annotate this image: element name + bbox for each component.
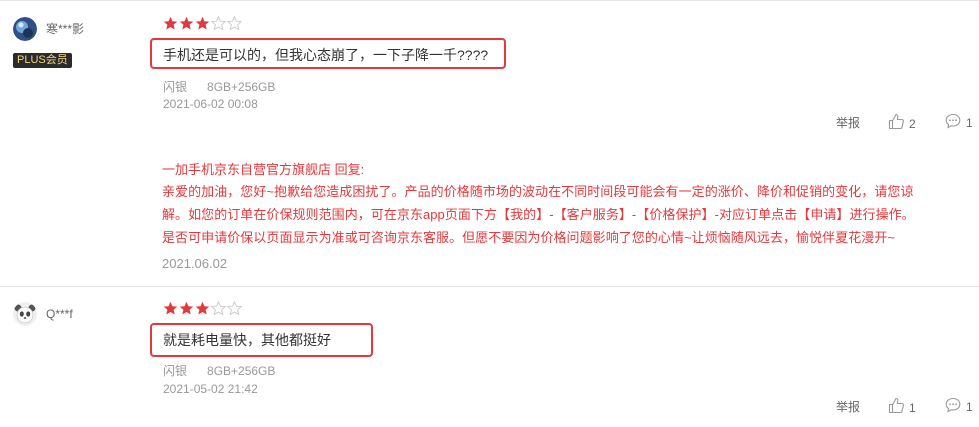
star-rating [163, 301, 242, 316]
comment-text: 手机还是可以的，但我心态崩了，一下子降一千???? [163, 47, 489, 63]
like-button[interactable]: 1 [888, 397, 916, 418]
spec-color: 闪银 [163, 364, 188, 378]
reply-header: 一加手机京东自营官方旗舰店 回复: [162, 162, 365, 177]
report-button[interactable]: 举报 [836, 115, 860, 131]
reply-line: 亲爱的加油，您好~抱歉给您造成困扰了。产品的价格随市场的波动在不同时间段可能会有… [162, 184, 914, 199]
star-filled-icon [163, 301, 178, 315]
seller-reply: 一加手机京东自营官方旗舰店 回复: 亲爱的加油，您好~抱歉给您造成困扰了。产品的… [162, 160, 974, 280]
review-date: 2021-06-02 00:08 [163, 97, 258, 111]
thumbs-up-icon [888, 113, 909, 134]
review-date: 2021-05-02 21:42 [163, 382, 258, 396]
star-filled-icon [179, 16, 194, 30]
star-empty-icon [227, 16, 242, 31]
star-empty-icon [211, 301, 226, 316]
star-filled-icon [195, 16, 210, 30]
comment-bubble-icon [945, 113, 966, 133]
reply-line: 解。如您的订单在价保规则范围内，可在京东app页面下方【我的】-【客户服务】-【… [162, 207, 915, 222]
panda-avatar-icon[interactable] [13, 302, 37, 326]
reply-date: 2021.06.02 [162, 256, 228, 271]
report-label: 举报 [836, 116, 861, 130]
spec-storage: 8GB+256GB [207, 364, 276, 378]
reply-count: 1 [966, 116, 973, 130]
star-rating [163, 16, 242, 31]
like-button[interactable]: 2 [888, 113, 916, 134]
star-filled-icon [179, 301, 194, 315]
reply-count: 1 [966, 400, 973, 414]
star-filled-icon [163, 16, 178, 30]
thumbs-up-icon [888, 397, 909, 418]
star-empty-icon [211, 16, 226, 31]
star-filled-icon [195, 301, 210, 315]
report-label: 举报 [836, 400, 861, 414]
review-item: 寒***影 PLUS会员 手机还是可以的，但我心态崩了，一下子降一千???? 闪… [0, 0, 979, 286]
spec-storage: 8GB+256GB [207, 80, 276, 94]
reply-button[interactable]: 1 [945, 113, 973, 133]
username[interactable]: 寒***影 [46, 22, 84, 36]
like-count: 1 [909, 400, 916, 415]
comment-text: 就是耗电量快，其他都挺好 [163, 332, 331, 348]
plus-member-badge: PLUS会员 [13, 53, 72, 68]
review-divider [0, 286, 979, 287]
username[interactable]: Q***f [46, 307, 73, 321]
report-button[interactable]: 举报 [836, 399, 860, 415]
star-empty-icon [227, 301, 242, 316]
comment-bubble-icon [945, 397, 966, 417]
review-item: Q***f 就是耗电量快，其他都挺好 闪银 8GB+256GB 2021-05-0… [0, 288, 979, 427]
product-spec: 闪银 8GB+256GB [163, 364, 275, 378]
user-avatar-icon[interactable] [13, 17, 37, 41]
spec-color: 闪银 [163, 80, 188, 94]
like-count: 2 [909, 116, 916, 131]
reply-line: 是否可申请价保以页面显示为准或可咨询京东客服。但愿不要因为价格问题影响了您的心情… [162, 230, 896, 245]
product-spec: 闪银 8GB+256GB [163, 80, 275, 94]
reply-button[interactable]: 1 [945, 397, 973, 417]
